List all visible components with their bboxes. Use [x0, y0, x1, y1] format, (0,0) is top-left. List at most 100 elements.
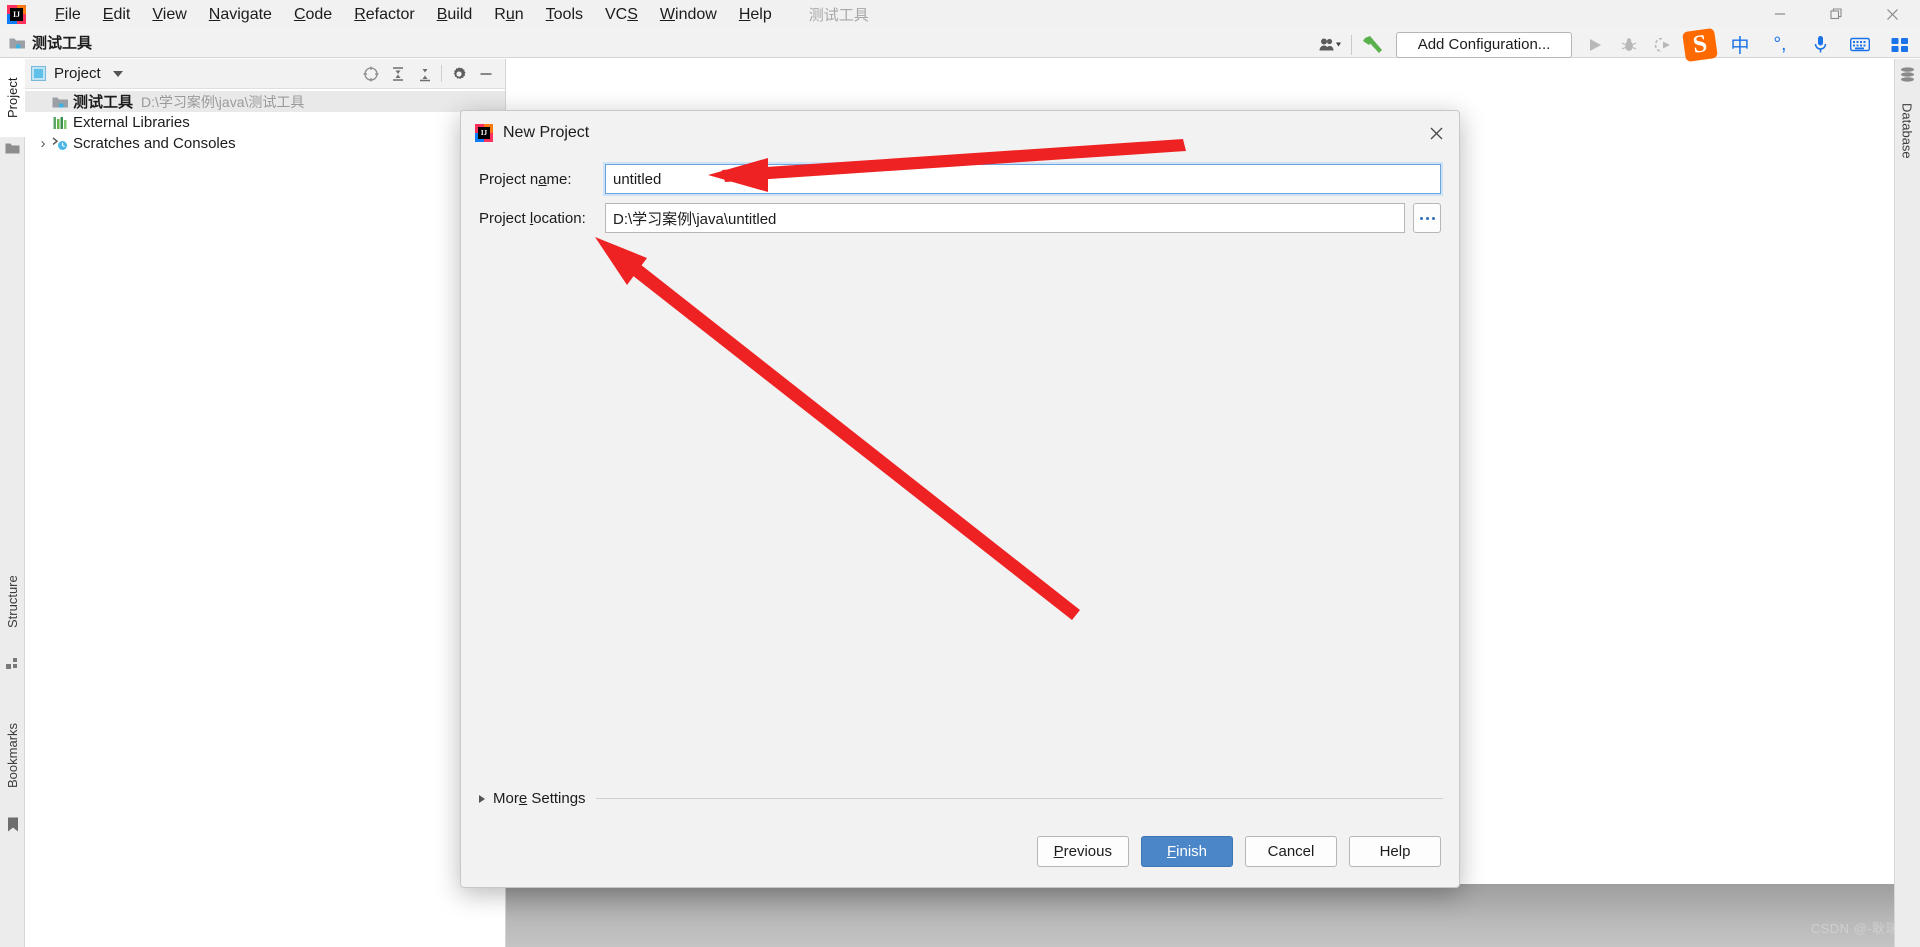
sidebar-item-project[interactable]: Project: [0, 59, 25, 137]
menu-item-tools[interactable]: Tools: [535, 2, 594, 27]
ime-mode-toggle[interactable]: 中: [1720, 28, 1760, 61]
project-location-row: Project location:: [479, 203, 1441, 233]
project-view-icon: [31, 66, 46, 81]
dialog-close-button[interactable]: [1413, 111, 1459, 155]
tree-node-label: 测试工具: [73, 94, 134, 111]
menu-item-refactor[interactable]: Refactor: [343, 2, 425, 27]
sidebar-item-structure-label: Structure: [5, 575, 20, 629]
previous-button[interactable]: Previous: [1036, 836, 1129, 867]
scratches-icon: [51, 136, 69, 152]
editor-status-strip: [506, 884, 1894, 947]
menu-item-navigate[interactable]: Navigate: [198, 2, 283, 27]
menu-item-code[interactable]: Code: [283, 2, 343, 27]
structure-icon: [5, 655, 20, 670]
menu-item-run[interactable]: Run: [483, 2, 534, 27]
sidebar-item-bookmarks-label: Bookmarks: [5, 722, 20, 789]
title-bar: IJ File Edit View Navigate Code Refactor…: [0, 0, 1920, 28]
project-tree: 测试工具 D:\学习案例\java\测试工具 External Librarie…: [25, 89, 505, 154]
project-name-row: Project name:: [479, 164, 1441, 194]
debug-icon[interactable]: [1612, 30, 1646, 60]
bookmark-icon: [5, 817, 20, 832]
sidebar-item-bookmarks[interactable]: Bookmarks: [0, 699, 25, 812]
menu-item-view[interactable]: View: [141, 2, 197, 27]
tree-node-label: Scratches and Consoles: [73, 135, 236, 152]
sidebar-item-project-label: Project: [5, 77, 20, 119]
project-panel-header: Project: [25, 59, 505, 89]
tree-node-scratches-and-consoles[interactable]: › Scratches and Consoles: [25, 133, 505, 154]
right-tool-strip: Database: [1894, 59, 1920, 947]
window-controls: [1752, 0, 1920, 28]
run-with-coverage-icon[interactable]: [1646, 30, 1680, 60]
tree-node-project-root[interactable]: 测试工具 D:\学习案例\java\测试工具: [25, 91, 505, 112]
toolbox-icon[interactable]: [1880, 28, 1920, 61]
project-panel-title: Project: [54, 65, 101, 82]
tree-node-external-libraries[interactable]: External Libraries: [25, 112, 505, 133]
window-title: 测试工具: [808, 6, 869, 24]
project-location-label: Project location:: [479, 209, 586, 227]
project-name-input[interactable]: [605, 164, 1441, 194]
sidebar-item-structure[interactable]: Structure: [0, 554, 25, 650]
project-folder-icon: [51, 94, 69, 110]
menu-bar: File Edit View Navigate Code Refactor Bu…: [44, 0, 783, 28]
menu-item-vcs[interactable]: VCS: [594, 2, 649, 27]
ellipsis-icon: [1419, 216, 1435, 220]
breadcrumb-label: 测试工具: [32, 35, 93, 52]
menu-item-build[interactable]: Build: [426, 2, 484, 27]
toolbar-divider: [1351, 34, 1352, 55]
minimize-button[interactable]: [1752, 0, 1808, 28]
project-icon: [5, 141, 20, 156]
menu-item-edit[interactable]: Edit: [92, 2, 142, 27]
intellij-logo-icon: IJ: [7, 4, 26, 24]
sidebar-item-database-label: Database: [1899, 103, 1915, 159]
menu-item-file[interactable]: File: [44, 2, 92, 27]
app-window: CSDN @-耿瑞- IJ File Edit View Navigate Co…: [0, 0, 1920, 947]
collapse-all-icon[interactable]: [411, 61, 438, 87]
new-project-dialog: IJ New Project Project name: Project loc…: [460, 110, 1460, 888]
dialog-button-row: Previous Finish Cancel Help: [1036, 836, 1441, 867]
ime-punctuation-toggle[interactable]: °,: [1760, 28, 1800, 61]
menu-item-window[interactable]: Window: [649, 2, 728, 27]
finish-button[interactable]: Finish: [1141, 836, 1233, 867]
restore-button[interactable]: [1808, 0, 1864, 28]
tree-twisty[interactable]: ›: [35, 135, 51, 152]
project-location-input[interactable]: [605, 203, 1405, 233]
microphone-icon[interactable]: [1800, 28, 1840, 61]
section-divider: [595, 798, 1443, 799]
add-configuration-button[interactable]: Add Configuration...: [1396, 31, 1572, 58]
keyboard-icon[interactable]: [1840, 28, 1880, 61]
tree-node-path: D:\学习案例\java\测试工具: [141, 93, 305, 110]
browse-location-button[interactable]: [1413, 203, 1441, 233]
chevron-down-icon[interactable]: [112, 70, 123, 77]
sogou-ime-bar: S 中 °,: [1680, 27, 1920, 62]
close-button[interactable]: [1864, 0, 1920, 28]
hide-icon[interactable]: [472, 61, 499, 87]
breadcrumb[interactable]: 测试工具: [9, 32, 92, 53]
dialog-header: IJ New Project: [461, 111, 1459, 155]
dialog-body: Project name: Project location:: [461, 164, 1459, 233]
expand-all-icon[interactable]: [384, 61, 411, 87]
menu-item-help[interactable]: Help: [728, 2, 783, 27]
help-button[interactable]: Help: [1349, 836, 1441, 867]
settings-gear-icon[interactable]: [445, 61, 472, 87]
build-hammer-icon[interactable]: [1356, 30, 1390, 60]
select-opened-file-icon[interactable]: [357, 61, 384, 87]
project-tool-window: Project 测试工具 D:\学习案例\java\测试工具 External …: [25, 59, 506, 947]
chevron-right-icon: [479, 794, 485, 803]
sidebar-item-database[interactable]: Database: [1894, 89, 1920, 173]
user-accounts-icon[interactable]: [1313, 30, 1347, 60]
csdn-watermark: CSDN @-耿瑞-: [1810, 921, 1904, 936]
sogou-logo-icon[interactable]: S: [1680, 27, 1720, 62]
more-settings-section[interactable]: More Settings: [479, 790, 1443, 807]
cancel-button[interactable]: Cancel: [1245, 836, 1337, 867]
folder-icon: [9, 38, 25, 48]
libraries-icon: [51, 115, 69, 131]
database-icon: [1900, 66, 1915, 82]
main-toolbar: Add Configuration... S 中 °,: [1313, 27, 1920, 62]
intellij-logo-icon: IJ: [475, 124, 493, 142]
run-icon[interactable]: [1578, 30, 1612, 60]
intellij-logo-letters: IJ: [10, 7, 23, 21]
dialog-title: New Project: [503, 124, 590, 141]
tree-node-label: External Libraries: [73, 114, 190, 131]
more-settings-label: More Settings: [493, 790, 586, 807]
project-name-label: Project name:: [479, 170, 572, 188]
